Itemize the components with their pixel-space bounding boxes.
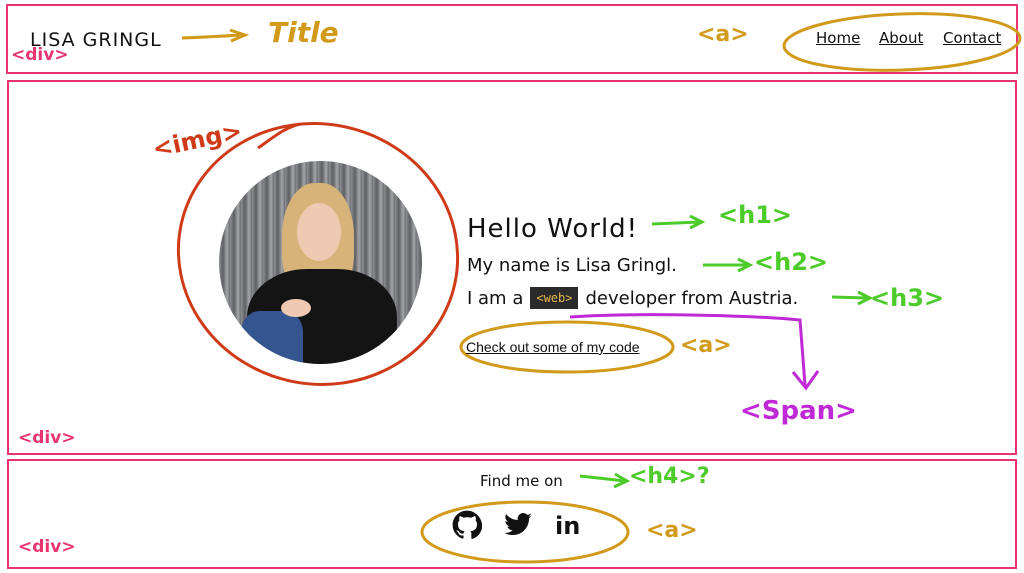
a-annotation-link: <a> — [680, 333, 732, 358]
a-annotation-social: <a> — [646, 518, 698, 543]
h3-annotation: <h3> — [870, 284, 945, 312]
hero-subheading: My name is Lisa Gringl. — [467, 255, 677, 276]
find-me-heading: Find me on — [480, 472, 563, 490]
hero-description-suffix: developer from Austria. — [585, 287, 799, 309]
a-annotation-nav: <a> — [697, 22, 749, 47]
code-link[interactable]: Check out some of my code — [466, 339, 640, 355]
title-annotation: Title — [268, 16, 339, 49]
title-arrow — [181, 28, 250, 43]
nav-circle — [782, 12, 1022, 72]
linkedin-icon[interactable]: in — [555, 512, 580, 540]
twitter-icon[interactable] — [503, 510, 533, 540]
h2-arrow — [703, 257, 754, 273]
h4-annotation: <h4>? — [629, 464, 710, 489]
h1-arrow — [651, 214, 706, 230]
h2-annotation: <h2> — [754, 248, 829, 276]
github-icon[interactable] — [452, 510, 483, 540]
h1-annotation: <h1> — [718, 201, 793, 229]
profile-image — [219, 161, 422, 364]
span-annotation: <Span> — [740, 396, 857, 426]
hero-heading: Hello World! — [467, 214, 639, 244]
hero-description-prefix: I am a — [467, 287, 524, 309]
h4-arrow — [579, 472, 631, 489]
h3-arrow — [831, 290, 874, 306]
web-code-span: <web> — [530, 287, 579, 309]
hero-description: I am a <web> developer from Austria. — [467, 287, 798, 309]
